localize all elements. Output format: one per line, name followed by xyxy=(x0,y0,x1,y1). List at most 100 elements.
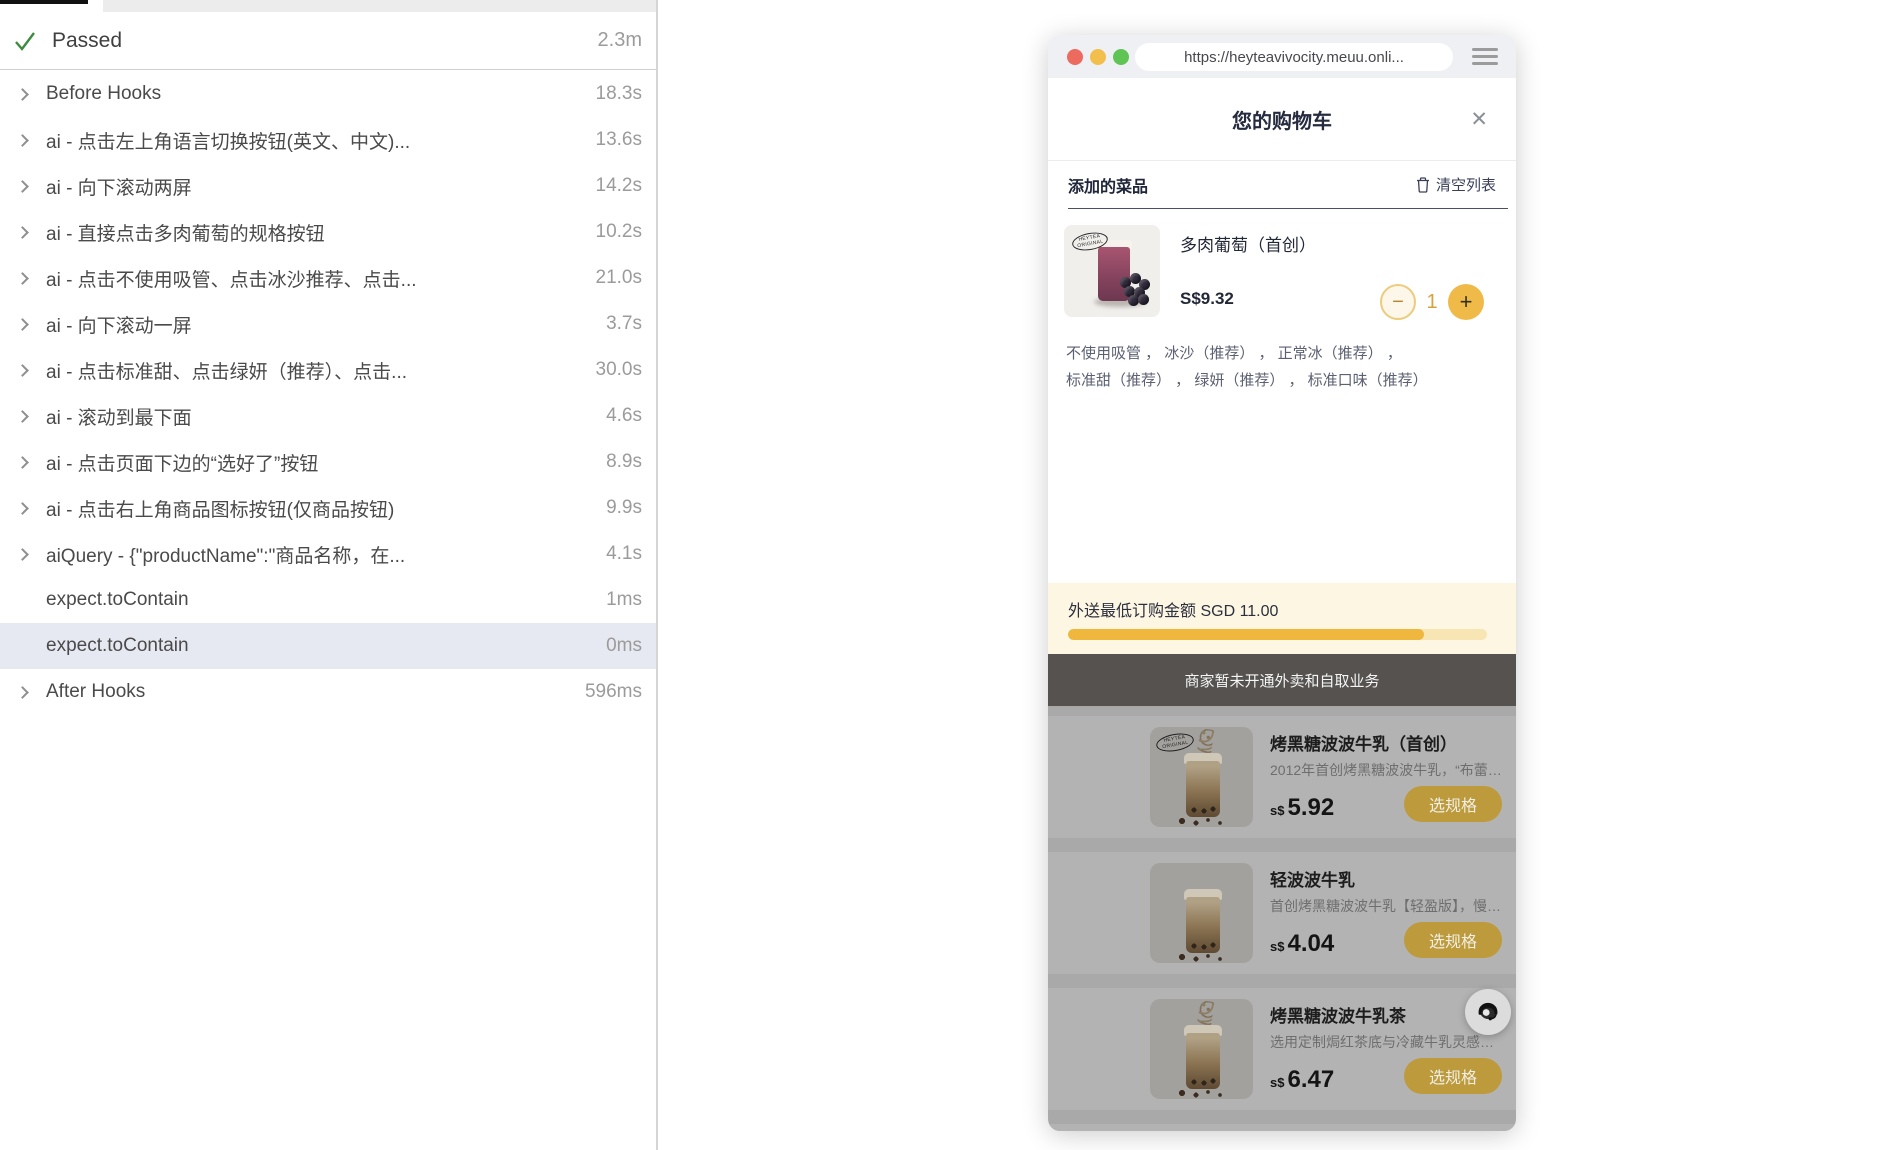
select-spec-button[interactable]: 选规格 xyxy=(1404,922,1502,958)
check-icon xyxy=(15,31,35,51)
test-step-row[interactable]: ai - 滚动到最下面 4.6s xyxy=(0,393,656,439)
step-duration: 4.6s xyxy=(606,405,642,426)
price-amount: 4.04 xyxy=(1287,930,1335,957)
test-step-row[interactable]: expect.toContain 1ms xyxy=(0,577,656,623)
menu-item-price: s$ 5.92 xyxy=(1270,794,1334,822)
status-label: Passed xyxy=(52,28,123,52)
browser-chrome-bar: https://heyteavivocity.meuu.onli... xyxy=(1048,35,1516,78)
min-order-section: 外送最低订购金额 SGD 11.00 xyxy=(1048,583,1516,654)
test-step-row[interactable]: ai - 点击右上角商品图标按钮(仅商品按钮) 9.9s xyxy=(0,485,656,531)
step-label: expect.toContain xyxy=(46,589,189,610)
test-step-row[interactable]: ai - 直接点击多肉葡萄的规格按钮 10.2s xyxy=(0,209,656,255)
close-icon[interactable]: ✕ xyxy=(1470,109,1488,130)
step-label: ai - 点击左上角语言切换按钮(英文、中文)... xyxy=(46,131,411,153)
step-duration: 13.6s xyxy=(595,129,642,150)
step-duration: 3.7s xyxy=(606,313,642,334)
test-step-row[interactable]: aiQuery - {"productName":"商品名称，在... 4.1s xyxy=(0,531,656,577)
menu-item-name: 轻波波牛乳 xyxy=(1270,871,1355,890)
chevron-right-icon xyxy=(16,455,29,469)
chevron-right-icon xyxy=(16,547,29,561)
cart-page-header: 您的购物车 ✕ xyxy=(1048,78,1516,161)
currency-label: s$ xyxy=(1270,1075,1285,1090)
step-duration: 14.2s xyxy=(595,175,642,196)
step-duration: 1ms xyxy=(606,589,642,610)
step-duration: 8.9s xyxy=(606,451,642,472)
min-order-progress-fill xyxy=(1068,629,1425,640)
quantity-minus-button[interactable]: − xyxy=(1380,284,1416,320)
menu-item-name: 烤黑糖波波牛乳茶 xyxy=(1270,1007,1406,1026)
tab-strip xyxy=(0,0,656,12)
step-duration: 18.3s xyxy=(595,83,642,104)
step-duration: 21.0s xyxy=(595,267,642,288)
traffic-light-minimize[interactable] xyxy=(1090,48,1106,65)
test-step-row[interactable]: After Hooks 596ms xyxy=(0,669,656,715)
select-spec-button[interactable]: 选规格 xyxy=(1404,1058,1502,1094)
menu-item-card: 芋泥牛乳茶 xyxy=(1048,1124,1516,1131)
added-items-label: 添加的菜品 xyxy=(1068,178,1149,196)
chevron-right-icon xyxy=(16,87,29,101)
test-step-row[interactable]: expect.toContain 0ms xyxy=(0,623,656,669)
step-duration: 9.9s xyxy=(606,497,642,518)
cart-item-price: S$9.32 xyxy=(1180,289,1234,308)
chevron-right-icon xyxy=(16,363,29,377)
traffic-light-zoom[interactable] xyxy=(1113,48,1129,65)
traffic-light-close[interactable] xyxy=(1067,48,1083,65)
options-line-1: 不使用吸管 ， 冰沙（推荐） ， 正常冰（推荐） ， xyxy=(1066,345,1402,362)
currency-label: s$ xyxy=(1270,803,1285,818)
chevron-right-icon xyxy=(16,271,29,285)
menu-list: HEYTEA ORIGINAL 烤黑糖波波牛乳（首创） 2012年首创烤黑糖波波… xyxy=(1048,706,1516,1131)
url-text: https://heyteavivocity.meuu.onli... xyxy=(1184,48,1404,66)
test-step-row[interactable]: ai - 点击标准甜、点击绿妍（推荐）、点击... 30.0s xyxy=(0,347,656,393)
step-label: aiQuery - {"productName":"商品名称，在... xyxy=(46,545,406,567)
store-closed-banner: 商家暂未开通外卖和自取业务 xyxy=(1048,654,1516,706)
cart-separator xyxy=(1068,208,1508,209)
quantity-value: 1 xyxy=(1426,291,1438,313)
quantity-plus-button[interactable]: + xyxy=(1448,284,1484,320)
phone-browser-window: https://heyteavivocity.meuu.onli... 您的购物… xyxy=(1048,35,1516,1131)
steps-list: Before Hooks 18.3s ai - 点击左上角语言切换按钮(英文、中… xyxy=(0,71,656,715)
test-step-row[interactable]: ai - 向下滚动一屏 3.7s xyxy=(0,301,656,347)
menu-item-desc: 首创烤黑糖波波牛乳【轻盈版】，慢熬... xyxy=(1270,898,1506,914)
screenshot-stage: Passed 2.3m Before Hooks 18.3s ai - 点击左上… xyxy=(0,0,1886,1150)
test-step-row[interactable]: ai - 点击不使用吸管、点击冰沙推荐、点击... 21.0s xyxy=(0,255,656,301)
clear-list-label: 清空列表 xyxy=(1435,177,1496,194)
step-label: ai - 向下滚动一屏 xyxy=(46,315,192,337)
test-step-row[interactable]: ai - 点击页面下边的“选好了”按钮 8.9s xyxy=(0,439,656,485)
select-spec-button[interactable]: 选规格 xyxy=(1404,786,1502,822)
clear-list-button[interactable]: 清空列表 xyxy=(1416,174,1496,195)
test-step-row[interactable]: ai - 向下滚动两屏 14.2s xyxy=(0,163,656,209)
trash-icon xyxy=(1416,176,1429,193)
step-duration: 30.0s xyxy=(595,359,642,380)
menu-item-name: 烤黑糖波波牛乳（首创） xyxy=(1270,735,1457,754)
step-duration: 4.1s xyxy=(606,543,642,564)
headset-person-icon xyxy=(1478,1002,1498,1021)
menu-item-image: HEYTEA ORIGINAL xyxy=(1150,727,1253,827)
heytea-original-stamp: HEYTEA ORIGINAL xyxy=(1154,730,1196,755)
active-tab-indicator xyxy=(0,0,88,4)
menu-item-price: s$ 4.04 xyxy=(1270,930,1334,958)
test-status-row[interactable]: Passed 2.3m xyxy=(0,12,656,70)
step-label: ai - 滚动到最下面 xyxy=(46,407,192,429)
step-label: ai - 点击页面下边的“选好了”按钮 xyxy=(46,453,319,475)
menu-icon[interactable] xyxy=(1472,48,1498,69)
url-bar[interactable]: https://heyteavivocity.meuu.onli... xyxy=(1135,43,1453,71)
menu-item-card: 轻波波牛乳 首创烤黑糖波波牛乳【轻盈版】，慢熬... s$ 4.04 选规格 xyxy=(1048,852,1516,974)
test-step-row[interactable]: Before Hooks 18.3s xyxy=(0,71,656,117)
step-label: After Hooks xyxy=(46,681,146,702)
menu-item-card: 烤黑糖波波牛乳茶 选用定制焗红茶底与冷藏牛乳灵感特调... s$ 6.47 选规格 xyxy=(1048,988,1516,1110)
chevron-right-icon xyxy=(16,225,29,239)
customer-support-fab[interactable] xyxy=(1465,989,1511,1035)
cart-section-row: 添加的菜品 清空列表 xyxy=(1048,161,1516,208)
min-order-text: 外送最低订购金额 SGD 11.00 xyxy=(1068,603,1279,620)
test-step-row[interactable]: ai - 点击左上角语言切换按钮(英文、中文)... 13.6s xyxy=(0,117,656,163)
price-amount: 6.47 xyxy=(1287,1066,1335,1093)
step-label: expect.toContain xyxy=(46,635,189,656)
menu-item-price: s$ 6.47 xyxy=(1270,1066,1334,1094)
menu-item-card: HEYTEA ORIGINAL 烤黑糖波波牛乳（首创） 2012年首创烤黑糖波波… xyxy=(1048,716,1516,838)
chevron-right-icon xyxy=(16,501,29,515)
step-duration: 0ms xyxy=(606,635,642,656)
menu-item-image xyxy=(1150,863,1253,963)
step-label: ai - 点击右上角商品图标按钮(仅商品按钮) xyxy=(46,499,395,521)
step-label: ai - 点击不使用吸管、点击冰沙推荐、点击... xyxy=(46,269,417,291)
step-duration: 596ms xyxy=(584,681,642,702)
